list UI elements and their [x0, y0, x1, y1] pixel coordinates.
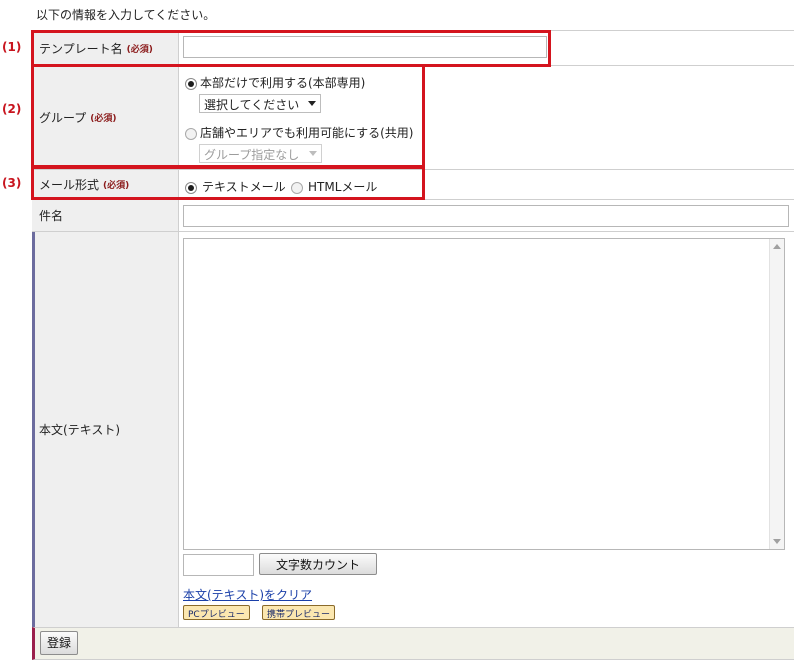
- row-group: グループ (必須) 本部だけで利用する(本部専用) 選択してください 店舗やエリ…: [32, 66, 794, 170]
- row-mail-format: メール形式 (必須) テキストメール HTMLメール: [32, 170, 794, 200]
- marker-2: (2): [2, 102, 22, 116]
- group-hq-select[interactable]: 選択してください: [199, 94, 321, 113]
- clear-body-link[interactable]: 本文(テキスト)をクリア: [183, 586, 312, 603]
- chevron-down-icon: [309, 151, 317, 156]
- mail-format-html-option[interactable]: HTMLメール: [291, 178, 377, 195]
- body-label: 本文(テキスト): [32, 232, 179, 627]
- form-footer: 登録: [32, 627, 794, 660]
- scroll-up-icon[interactable]: [773, 244, 781, 249]
- template-form: テンプレート名 (必須) グループ (必須) 本部だけで利用する(本部専用) 選…: [32, 30, 794, 660]
- scroll-down-icon[interactable]: [773, 539, 781, 544]
- pc-preview-button[interactable]: PCプレビュー: [183, 605, 250, 620]
- group-option-hq[interactable]: 本部だけで利用する(本部専用): [185, 74, 365, 91]
- marker-3: (3): [2, 176, 22, 190]
- required-tag: (必須): [103, 181, 130, 191]
- required-tag: (必須): [90, 114, 117, 124]
- mail-format-label: メール形式 (必須): [32, 170, 179, 199]
- submit-button[interactable]: 登録: [40, 631, 78, 655]
- template-name-label: テンプレート名 (必須): [32, 31, 179, 65]
- subject-label: 件名: [32, 200, 179, 231]
- radio-shared[interactable]: [185, 127, 197, 140]
- required-tag: (必須): [126, 44, 153, 55]
- mobile-preview-button[interactable]: 携帯プレビュー: [262, 605, 336, 620]
- mail-format-text-option[interactable]: テキストメール: [185, 178, 286, 195]
- radio-hq[interactable]: [185, 77, 197, 90]
- body-scrollbar[interactable]: [769, 239, 784, 549]
- char-count-field[interactable]: [183, 554, 254, 576]
- chevron-down-icon: [308, 101, 316, 106]
- body-textarea[interactable]: [183, 238, 785, 550]
- group-label: グループ (必須): [32, 66, 179, 169]
- radio-text-mail[interactable]: [185, 181, 197, 194]
- row-subject: 件名: [32, 200, 794, 232]
- row-template-name: テンプレート名 (必須): [32, 31, 794, 66]
- subject-input[interactable]: [183, 205, 789, 227]
- row-body: 本文(テキスト) 文字数カウント 本文(テキスト)をクリア PCプレビュー 携帯…: [32, 232, 794, 628]
- radio-html-mail[interactable]: [291, 181, 303, 194]
- char-count-button[interactable]: 文字数カウント: [259, 553, 377, 575]
- template-name-input[interactable]: [183, 36, 547, 58]
- marker-1: (1): [2, 40, 22, 54]
- group-shared-select[interactable]: グループ指定なし: [199, 144, 322, 163]
- group-option-shared[interactable]: 店舗やエリアでも利用可能にする(共用): [185, 124, 414, 141]
- intro-text: 以下の情報を入力してください。: [36, 8, 216, 22]
